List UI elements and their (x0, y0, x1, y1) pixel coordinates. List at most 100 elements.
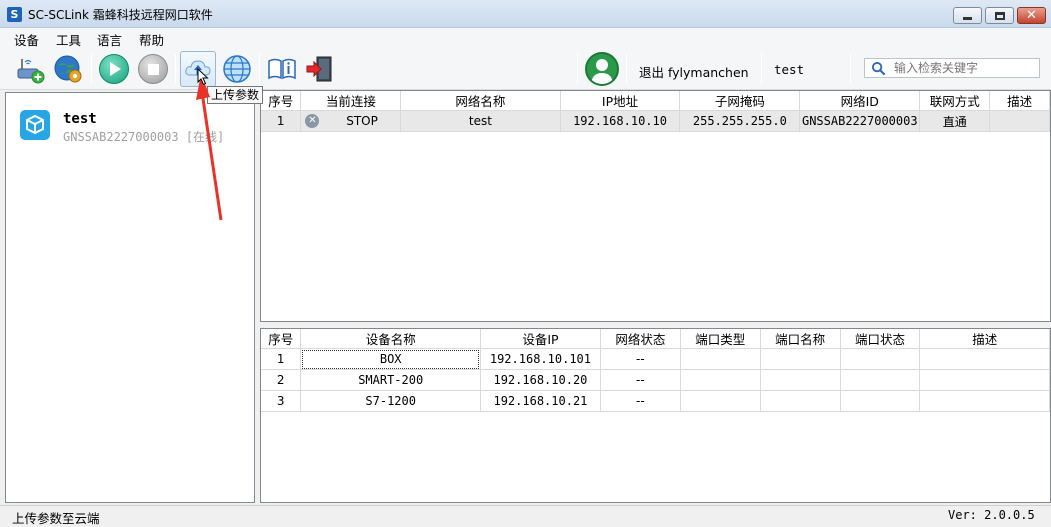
add-device-button[interactable] (12, 51, 48, 87)
window-title: SC-SCLink 霜蜂科技远程网口软件 (28, 8, 213, 22)
device-name-cell[interactable]: SMART-200 (300, 369, 481, 391)
upload-params-button[interactable] (180, 51, 216, 87)
description (989, 110, 1050, 132)
device-tree-panel: test GNSSAB2227000003 [在线] (5, 92, 255, 503)
network-table-panel: 序号 当前连接 网络名称 IP地址 子网掩码 网络ID 联网方式 描述 1 ✕ … (260, 90, 1051, 322)
current-user-label: test (774, 62, 805, 77)
toolbar-separator (850, 54, 851, 84)
port-name (760, 369, 841, 391)
row-index: 1 (261, 348, 302, 370)
device-ip: 192.168.10.20 (480, 369, 601, 391)
subnet-mask: 255.255.255.0 (679, 110, 801, 132)
column-header[interactable]: 序号 (261, 329, 302, 349)
toolbar-separator (175, 54, 176, 84)
network-settings-icon (54, 55, 82, 83)
description (919, 390, 1050, 412)
menu-language[interactable]: 语言 (97, 30, 122, 49)
version-label: Ver: 2.0.0.5 (948, 508, 1035, 522)
row-index: 3 (261, 390, 302, 412)
stop-button[interactable] (135, 51, 171, 87)
table-row[interactable]: 3 S7-1200 192.168.10.21 -- (261, 390, 1050, 412)
toolbar-separator (577, 54, 578, 84)
network-status: -- (600, 390, 681, 412)
user-avatar[interactable] (585, 52, 619, 86)
device-name-cell[interactable]: BOX (300, 348, 481, 370)
connection-cell[interactable]: ✕ STOP (300, 110, 402, 132)
upload-cloud-icon (185, 60, 211, 76)
minimize-icon (963, 17, 972, 20)
description (919, 348, 1050, 370)
port-name (760, 390, 841, 412)
device-ip: 192.168.10.21 (480, 390, 601, 412)
maximize-icon (994, 11, 1005, 20)
search-icon (871, 61, 886, 76)
column-header[interactable]: IP地址 (560, 91, 681, 111)
network-id: GNSSAB2227000003 (799, 110, 921, 132)
column-header[interactable]: 端口名称 (760, 329, 841, 349)
menu-device[interactable]: 设备 (14, 30, 39, 49)
network-status: -- (600, 348, 681, 370)
menu-tools[interactable]: 工具 (56, 30, 81, 49)
table-row[interactable]: 1 ✕ STOP test 192.168.10.10 255.255.255.… (261, 110, 1050, 132)
column-header[interactable]: 描述 (989, 91, 1050, 111)
play-icon (99, 54, 129, 84)
menu-help[interactable]: 帮助 (139, 30, 164, 49)
table-row[interactable]: 2 SMART-200 192.168.10.20 -- (261, 369, 1050, 391)
close-icon: ✕ (1026, 8, 1037, 23)
status-bar: 上传参数至云端 Ver: 2.0.0.5 (0, 505, 1051, 526)
network-table: 序号 当前连接 网络名称 IP地址 子网掩码 网络ID 联网方式 描述 1 ✕ … (261, 91, 1050, 132)
network-settings-button[interactable] (50, 51, 86, 87)
description (919, 369, 1050, 391)
exit-button[interactable] (302, 51, 338, 87)
port-type (680, 390, 761, 412)
column-header[interactable]: 联网方式 (919, 91, 991, 111)
ip-address: 192.168.10.10 (560, 110, 681, 132)
toolbar-separator (91, 54, 92, 84)
close-button[interactable]: ✕ (1017, 7, 1046, 24)
row-index: 2 (261, 369, 302, 391)
port-type (680, 369, 761, 391)
column-header[interactable]: 网络名称 (400, 91, 561, 111)
start-button[interactable] (96, 51, 132, 87)
table-row[interactable]: 1 BOX 192.168.10.101 -- (261, 348, 1050, 370)
connect-mode: 直通 (919, 110, 991, 132)
minimize-button[interactable] (953, 7, 982, 24)
add-device-icon (17, 59, 45, 84)
port-status (840, 348, 921, 370)
search-input[interactable] (892, 60, 1037, 76)
logout-link[interactable]: 退出 fylymanchen (639, 62, 749, 81)
toolbar-separator (761, 54, 762, 84)
network-status: -- (600, 369, 681, 391)
app-logo-icon: S (7, 7, 22, 22)
column-header[interactable]: 描述 (919, 329, 1050, 349)
table-header-row: 序号 设备名称 设备IP 网络状态 端口类型 端口名称 端口状态 描述 (261, 329, 1050, 349)
manual-button[interactable] (264, 51, 300, 87)
network-name: test (400, 110, 561, 132)
globe-icon (223, 55, 251, 83)
device-box-icon (20, 110, 50, 140)
column-header[interactable]: 序号 (261, 91, 302, 111)
column-header[interactable]: 端口类型 (680, 329, 761, 349)
column-header[interactable]: 当前连接 (300, 91, 402, 111)
row-index: 1 (261, 110, 302, 132)
exit-door-icon (306, 56, 332, 82)
port-status (840, 390, 921, 412)
toolbar-separator (626, 54, 627, 84)
device-name-cell[interactable]: S7-1200 (300, 390, 481, 412)
column-header[interactable]: 子网掩码 (679, 91, 801, 111)
column-header[interactable]: 设备IP (480, 329, 601, 349)
stop-icon (138, 54, 168, 84)
maximize-button[interactable] (985, 7, 1014, 24)
column-header[interactable]: 网络ID (799, 91, 921, 111)
device-table: 序号 设备名称 设备IP 网络状态 端口类型 端口名称 端口状态 描述 1 BO… (261, 329, 1050, 412)
globe-button[interactable] (219, 51, 255, 87)
title-bar: S SC-SCLink 霜蜂科技远程网口软件 ✕ (0, 0, 1051, 28)
manual-book-icon (268, 58, 296, 80)
connection-status: STOP (346, 113, 378, 128)
column-header[interactable]: 设备名称 (300, 329, 481, 349)
column-header[interactable]: 端口状态 (840, 329, 921, 349)
column-header[interactable]: 网络状态 (600, 329, 681, 349)
search-box[interactable] (864, 58, 1040, 78)
device-name: test (63, 111, 97, 127)
port-type (680, 348, 761, 370)
